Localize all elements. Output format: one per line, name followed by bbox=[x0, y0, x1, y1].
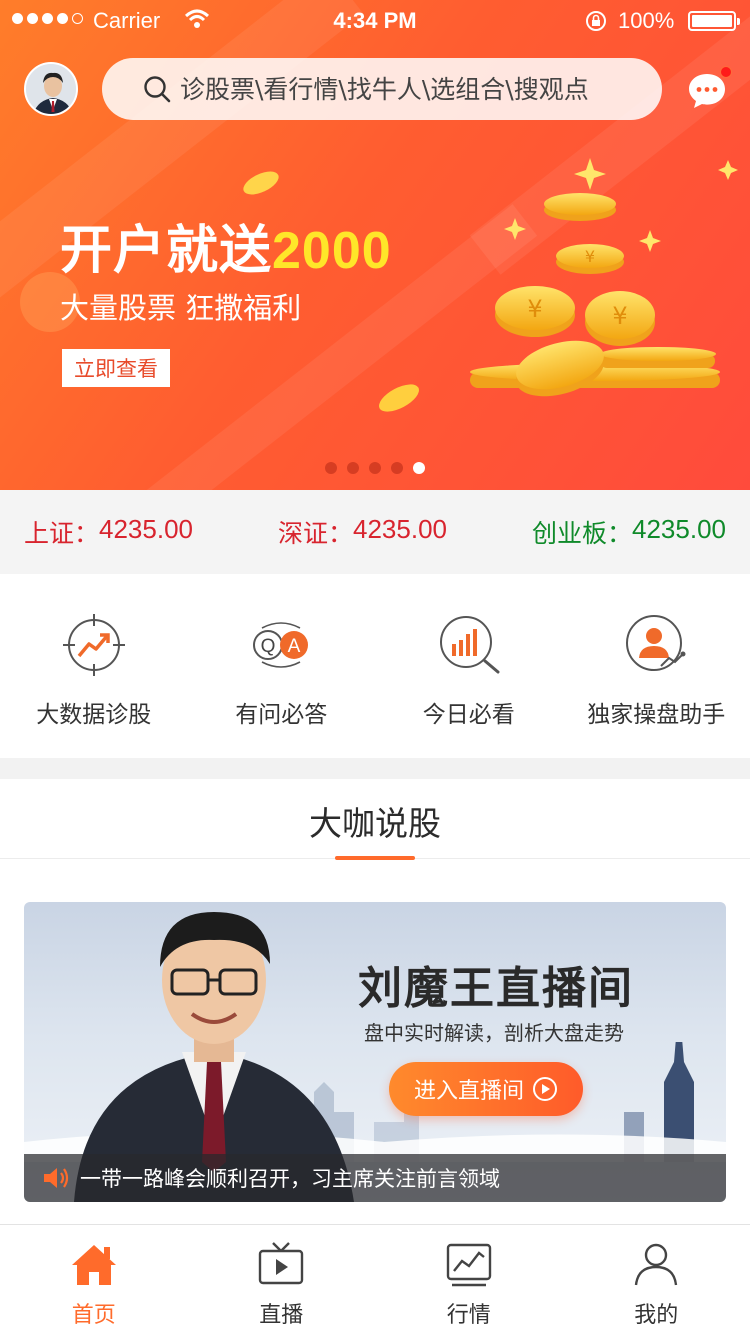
enter-live-room-label: 进入直播间 bbox=[413, 1078, 524, 1103]
tab-profile[interactable]: 我的 bbox=[563, 1225, 750, 1334]
search-icon bbox=[144, 76, 171, 103]
tab-live[interactable]: 直播 bbox=[188, 1225, 376, 1334]
live-room-subtitle: 盘中实时解读，剖析大盘走势 bbox=[364, 1021, 624, 1045]
speaker-icon bbox=[44, 1168, 69, 1188]
tab-market[interactable]: 行情 bbox=[375, 1225, 563, 1334]
qa-icon: Q A bbox=[253, 622, 309, 668]
tab-label: 首页 bbox=[71, 1303, 116, 1328]
battery-percent: 100% bbox=[618, 8, 675, 33]
banner-title: 开户就送2000 bbox=[60, 221, 392, 281]
ticker-text: 一带一路峰会顺利召开，习主席关注前言领域 bbox=[80, 1167, 500, 1191]
shortcut-trading-assistant[interactable]: 独家操盘助手 bbox=[563, 574, 750, 758]
index-value: 4235.00 bbox=[353, 514, 447, 544]
status-bar: Carrier 4:34 PM 100% bbox=[0, 0, 750, 40]
news-ticker[interactable]: 一带一路峰会顺利召开，习主席关注前言领域 bbox=[24, 1154, 726, 1202]
section-title: 大咖说股 bbox=[309, 804, 441, 843]
shortcut-qa[interactable]: Q A 有问必答 bbox=[188, 574, 376, 758]
carousel-dot[interactable] bbox=[369, 462, 381, 474]
market-index-item[interactable]: 上证： 4235.00 bbox=[24, 514, 193, 550]
banner-subtitle: 大量股票 狂撒福利 bbox=[60, 291, 302, 325]
shortcut-big-data-diagnosis[interactable]: 大数据诊股 bbox=[0, 574, 188, 758]
index-value: 4235.00 bbox=[99, 514, 193, 544]
live-room-title: 刘魔王直播间 bbox=[358, 963, 634, 1014]
tab-label: 行情 bbox=[446, 1303, 491, 1328]
market-index-strip: 上证： 4235.00 深证： 4235.00 创业板： 4235.00 bbox=[0, 490, 750, 574]
index-label: 深证： bbox=[278, 519, 354, 548]
unread-badge bbox=[720, 66, 732, 78]
play-circle-icon bbox=[533, 1077, 557, 1101]
enter-live-room-button[interactable]: 进入直播间 bbox=[389, 1062, 583, 1116]
index-value: 4235.00 bbox=[632, 514, 726, 544]
market-chart-icon bbox=[446, 1243, 491, 1287]
shortcut-label: 今日必看 bbox=[422, 702, 515, 728]
chart-search-icon bbox=[439, 616, 500, 674]
flying-coin-icon bbox=[379, 384, 419, 412]
shortcut-grid: 大数据诊股 Q A 有问必答 今日必看 独家操盘助手 bbox=[0, 574, 750, 758]
battery-icon bbox=[688, 11, 740, 31]
flying-coin-icon bbox=[243, 171, 279, 195]
market-index-item[interactable]: 深证： 4235.00 bbox=[278, 514, 447, 550]
shortcut-label: 有问必答 bbox=[235, 702, 328, 728]
shortcut-label: 大数据诊股 bbox=[36, 702, 152, 728]
banner-amount: 2000 bbox=[272, 222, 392, 280]
home-icon bbox=[71, 1245, 116, 1285]
carousel-indicators[interactable] bbox=[0, 462, 750, 474]
search-input[interactable] bbox=[180, 74, 650, 104]
carousel-dot[interactable] bbox=[413, 462, 425, 474]
rotation-lock-icon bbox=[586, 11, 606, 31]
svg-text:¥: ¥ bbox=[527, 295, 542, 323]
user-icon bbox=[635, 1243, 678, 1286]
view-now-button[interactable]: 立即查看 bbox=[62, 349, 170, 387]
shortcut-must-read-today[interactable]: 今日必看 bbox=[375, 574, 563, 758]
carousel-dot[interactable] bbox=[325, 462, 337, 474]
tab-home[interactable]: 首页 bbox=[0, 1225, 188, 1334]
index-label: 上证： bbox=[24, 519, 100, 548]
svg-text:A: A bbox=[288, 636, 301, 657]
experts-section: 大咖说股 刘魔王直播间 盘中实时解读，剖析大盘走势 进入直播间 一带一路峰会顺利… bbox=[0, 779, 750, 1224]
search-bar[interactable] bbox=[102, 58, 662, 120]
tab-label: 直播 bbox=[259, 1303, 304, 1328]
target-trend-icon bbox=[62, 614, 125, 676]
avatar[interactable] bbox=[24, 62, 78, 116]
shortcut-label: 独家操盘助手 bbox=[587, 702, 726, 728]
gold-coins-illustration: ¥ ¥ ¥ bbox=[470, 158, 738, 397]
market-index-item[interactable]: 创业板： 4235.00 bbox=[532, 514, 726, 550]
tv-play-icon bbox=[259, 1242, 304, 1285]
live-room-card[interactable]: 刘魔王直播间 盘中实时解读，剖析大盘走势 进入直播间 一带一路峰会顺利召开，习主… bbox=[24, 902, 726, 1202]
advisor-icon bbox=[626, 615, 686, 671]
messages-button[interactable] bbox=[686, 66, 732, 110]
carousel-dot[interactable] bbox=[391, 462, 403, 474]
section-title-underline bbox=[335, 856, 415, 860]
svg-text:¥: ¥ bbox=[585, 247, 595, 266]
index-label: 创业板： bbox=[532, 519, 633, 548]
svg-text:Q: Q bbox=[261, 636, 276, 657]
carousel-dot[interactable] bbox=[347, 462, 359, 474]
header-banner: Carrier 4:34 PM 100% 诊股票\看行情\找牛人\选组合\搜观点… bbox=[0, 0, 750, 490]
svg-text:¥: ¥ bbox=[612, 302, 627, 330]
bottom-tab-bar: 首页 直播 行情 我的 bbox=[0, 1224, 750, 1334]
tab-label: 我的 bbox=[634, 1303, 679, 1328]
